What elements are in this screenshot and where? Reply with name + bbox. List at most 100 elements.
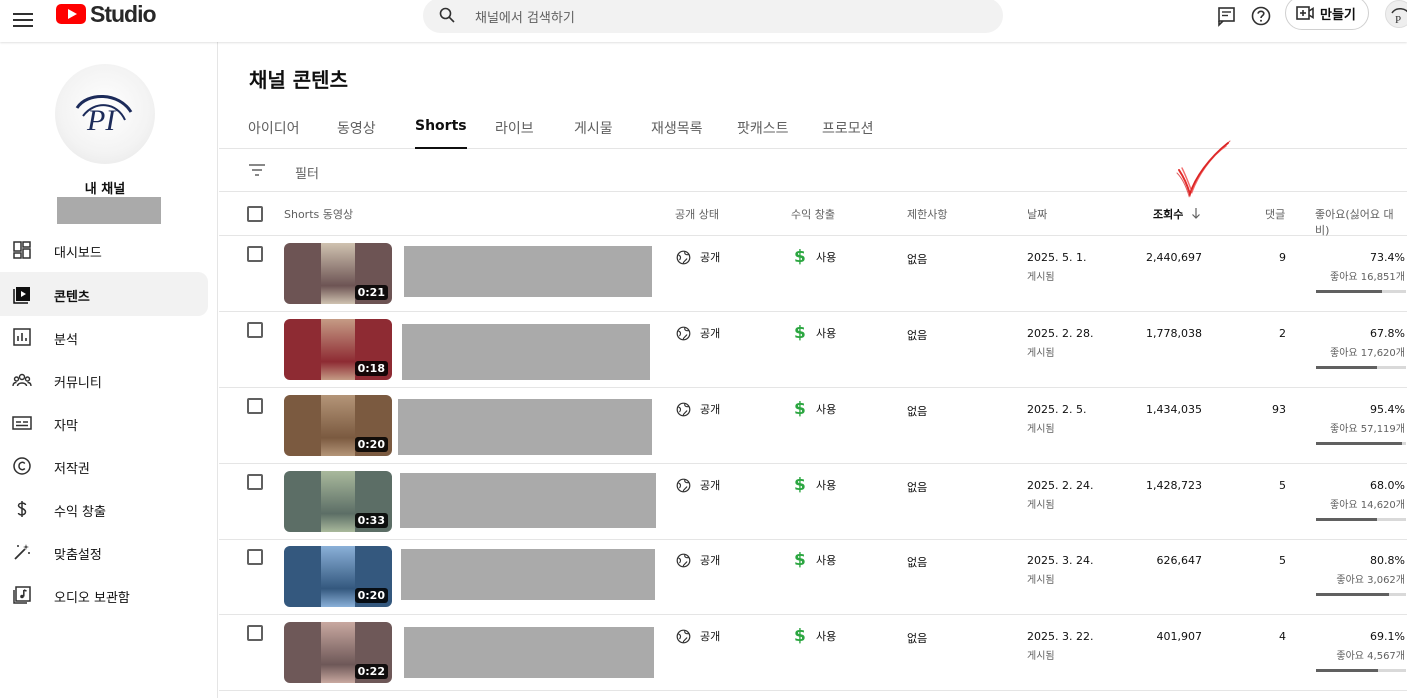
thumbnail-bg xyxy=(284,395,321,456)
comments-cell[interactable]: 5 xyxy=(1219,554,1286,567)
video-thumbnail[interactable]: 0:20 xyxy=(284,395,392,456)
search-icon xyxy=(439,7,455,23)
sidebar-item-customization[interactable]: 맞춤설정 xyxy=(0,530,208,574)
filter-icon[interactable] xyxy=(248,163,266,177)
select-all-checkbox[interactable] xyxy=(247,206,263,222)
col-comments[interactable]: 댓글 xyxy=(1265,206,1285,222)
youtube-studio-logo[interactable]: Studio xyxy=(56,1,157,27)
globe-icon xyxy=(676,402,691,416)
col-date[interactable]: 날짜 xyxy=(1027,206,1047,222)
video-thumbnail[interactable]: 0:21 xyxy=(284,243,392,304)
help-icon[interactable] xyxy=(1250,5,1272,27)
comments-cell[interactable]: 9 xyxy=(1219,251,1286,264)
visibility-cell[interactable]: 공개 xyxy=(676,249,720,265)
visibility-label: 공개 xyxy=(700,479,721,492)
views-cell: 2,440,697 xyxy=(1146,251,1202,264)
search-input[interactable]: 채널에서 검색하기 xyxy=(475,7,575,26)
monetization-cell[interactable]: $ 사용 xyxy=(794,399,836,419)
date-cell: 2025. 2. 28. 게시됨 xyxy=(1027,327,1093,359)
filter-input[interactable]: 필터 xyxy=(295,163,319,182)
monetization-cell[interactable]: $ 사용 xyxy=(794,475,836,495)
like-ratio-bar xyxy=(1316,442,1406,445)
table-row[interactable]: 0:21 공개 $ 사용 없음 2025. 5. 1. 게시됨 2,440,697 9 73.4%… xyxy=(219,236,1407,312)
menu-icon[interactable] xyxy=(13,10,33,30)
row-checkbox[interactable] xyxy=(247,625,263,641)
tab-posts[interactable]: 게시물 xyxy=(574,118,613,149)
channel-avatar[interactable]: PI xyxy=(55,64,155,164)
video-title-redacted[interactable] xyxy=(402,324,650,380)
search-bar[interactable]: 채널에서 검색하기 xyxy=(423,0,1003,33)
visibility-cell[interactable]: 공개 xyxy=(676,477,720,493)
row-checkbox[interactable] xyxy=(247,398,263,414)
visibility-cell[interactable]: 공개 xyxy=(676,325,720,341)
sidebar-item-community[interactable]: 커뮤니티 xyxy=(0,358,208,402)
col-views[interactable]: 조회수 xyxy=(1153,206,1201,222)
table-row[interactable]: 0:18 공개 $ 사용 없음 2025. 2. 28. 게시됨 1,778,038 2 67.8… xyxy=(219,312,1407,388)
video-title-redacted[interactable] xyxy=(401,549,655,600)
feedback-icon[interactable] xyxy=(1216,5,1238,27)
video-thumbnail[interactable]: 0:22 xyxy=(284,622,392,683)
create-button[interactable]: 만들기 xyxy=(1285,0,1369,30)
col-views-label: 조회수 xyxy=(1153,208,1184,221)
video-thumbnail[interactable]: 0:33 xyxy=(284,471,392,532)
sidebar-item-copyright[interactable]: 저작권 xyxy=(0,444,208,488)
comments-cell[interactable]: 93 xyxy=(1219,403,1286,416)
sidebar-item-dashboard[interactable]: 대시보드 xyxy=(0,228,208,272)
sidebar-item-label: 자막 xyxy=(54,419,78,434)
col-visibility[interactable]: 공개 상태 xyxy=(675,206,719,222)
row-checkbox[interactable] xyxy=(247,549,263,565)
monetization-cell[interactable]: $ 사용 xyxy=(794,550,836,570)
globe-icon xyxy=(676,553,691,567)
monetization-cell[interactable]: $ 사용 xyxy=(794,323,836,343)
row-checkbox[interactable] xyxy=(247,322,263,338)
visibility-cell[interactable]: 공개 xyxy=(676,628,720,644)
row-checkbox[interactable] xyxy=(247,246,263,262)
monetization-cell[interactable]: $ 사용 xyxy=(794,626,836,646)
video-thumbnail[interactable]: 0:20 xyxy=(284,546,392,607)
visibility-cell[interactable]: 공개 xyxy=(676,552,720,568)
col-likes[interactable]: 좋아요(싫어요 대비) xyxy=(1315,206,1407,238)
comments-cell[interactable]: 4 xyxy=(1219,630,1286,643)
video-title-redacted[interactable] xyxy=(400,473,656,528)
col-monetization[interactable]: 수익 창출 xyxy=(791,206,835,222)
tab-live[interactable]: 라이브 xyxy=(495,118,534,149)
table-row[interactable]: 0:22 공개 $ 사용 없음 2025. 3. 22. 게시됨 401,907 4 69.1% 좋… xyxy=(219,615,1407,691)
sidebar-item-monetization[interactable]: 수익 창출 xyxy=(0,487,208,531)
table-row[interactable]: 0:20 공개 $ 사용 없음 2025. 2. 5. 게시됨 1,434,035 93 95.4… xyxy=(219,388,1407,464)
comments-cell[interactable]: 2 xyxy=(1219,327,1286,340)
channel-name-redacted xyxy=(57,197,161,224)
restrictions-cell: 없음 xyxy=(907,253,928,266)
monetization-label: 사용 xyxy=(816,327,837,340)
sidebar-item-audio-library[interactable]: 오디오 보관함 xyxy=(0,573,208,617)
monetization-cell[interactable]: $ 사용 xyxy=(794,247,836,267)
video-thumbnail[interactable]: 0:18 xyxy=(284,319,392,380)
comments-cell[interactable]: 5 xyxy=(1219,479,1286,492)
likes-cell: 95.4% 좋아요 57,119개 xyxy=(1299,403,1405,435)
video-title-redacted[interactable] xyxy=(404,246,652,297)
tab-ideas[interactable]: 아이디어 xyxy=(248,118,300,149)
dollar-icon: $ xyxy=(794,399,806,419)
tab-promotions[interactable]: 프로모션 xyxy=(822,118,874,149)
sidebar-item-content[interactable]: 콘텐츠 xyxy=(0,272,208,316)
sidebar-item-analytics[interactable]: 분석 xyxy=(0,315,208,359)
col-restrictions[interactable]: 제한사항 xyxy=(907,206,947,222)
video-title-redacted[interactable] xyxy=(404,627,654,678)
account-avatar[interactable]: P xyxy=(1385,0,1407,28)
sidebar-item-label: 콘텐츠 xyxy=(54,290,90,305)
restrictions-cell: 없음 xyxy=(907,481,928,494)
visibility-label: 공개 xyxy=(700,403,721,416)
dollar-icon: $ xyxy=(794,550,806,570)
monetization-label: 사용 xyxy=(816,630,837,643)
visibility-cell[interactable]: 공개 xyxy=(676,401,720,417)
video-title-redacted[interactable] xyxy=(398,399,652,455)
table-row[interactable]: 0:20 공개 $ 사용 없음 2025. 3. 24. 게시됨 626,647 5 80.8% 좋… xyxy=(219,539,1407,615)
tab-videos[interactable]: 동영상 xyxy=(337,118,376,149)
globe-icon xyxy=(676,629,691,643)
tab-shorts[interactable]: Shorts xyxy=(415,118,467,149)
sidebar-item-subtitles[interactable]: 자막 xyxy=(0,401,208,445)
tab-podcasts[interactable]: 팟캐스트 xyxy=(737,118,789,149)
table-row[interactable]: 0:33 공개 $ 사용 없음 2025. 2. 24. 게시됨 1,428,723 5 68.0… xyxy=(219,464,1407,540)
like-ratio-fill xyxy=(1316,518,1378,521)
tab-playlists[interactable]: 재생목록 xyxy=(651,118,703,149)
row-checkbox[interactable] xyxy=(247,474,263,490)
